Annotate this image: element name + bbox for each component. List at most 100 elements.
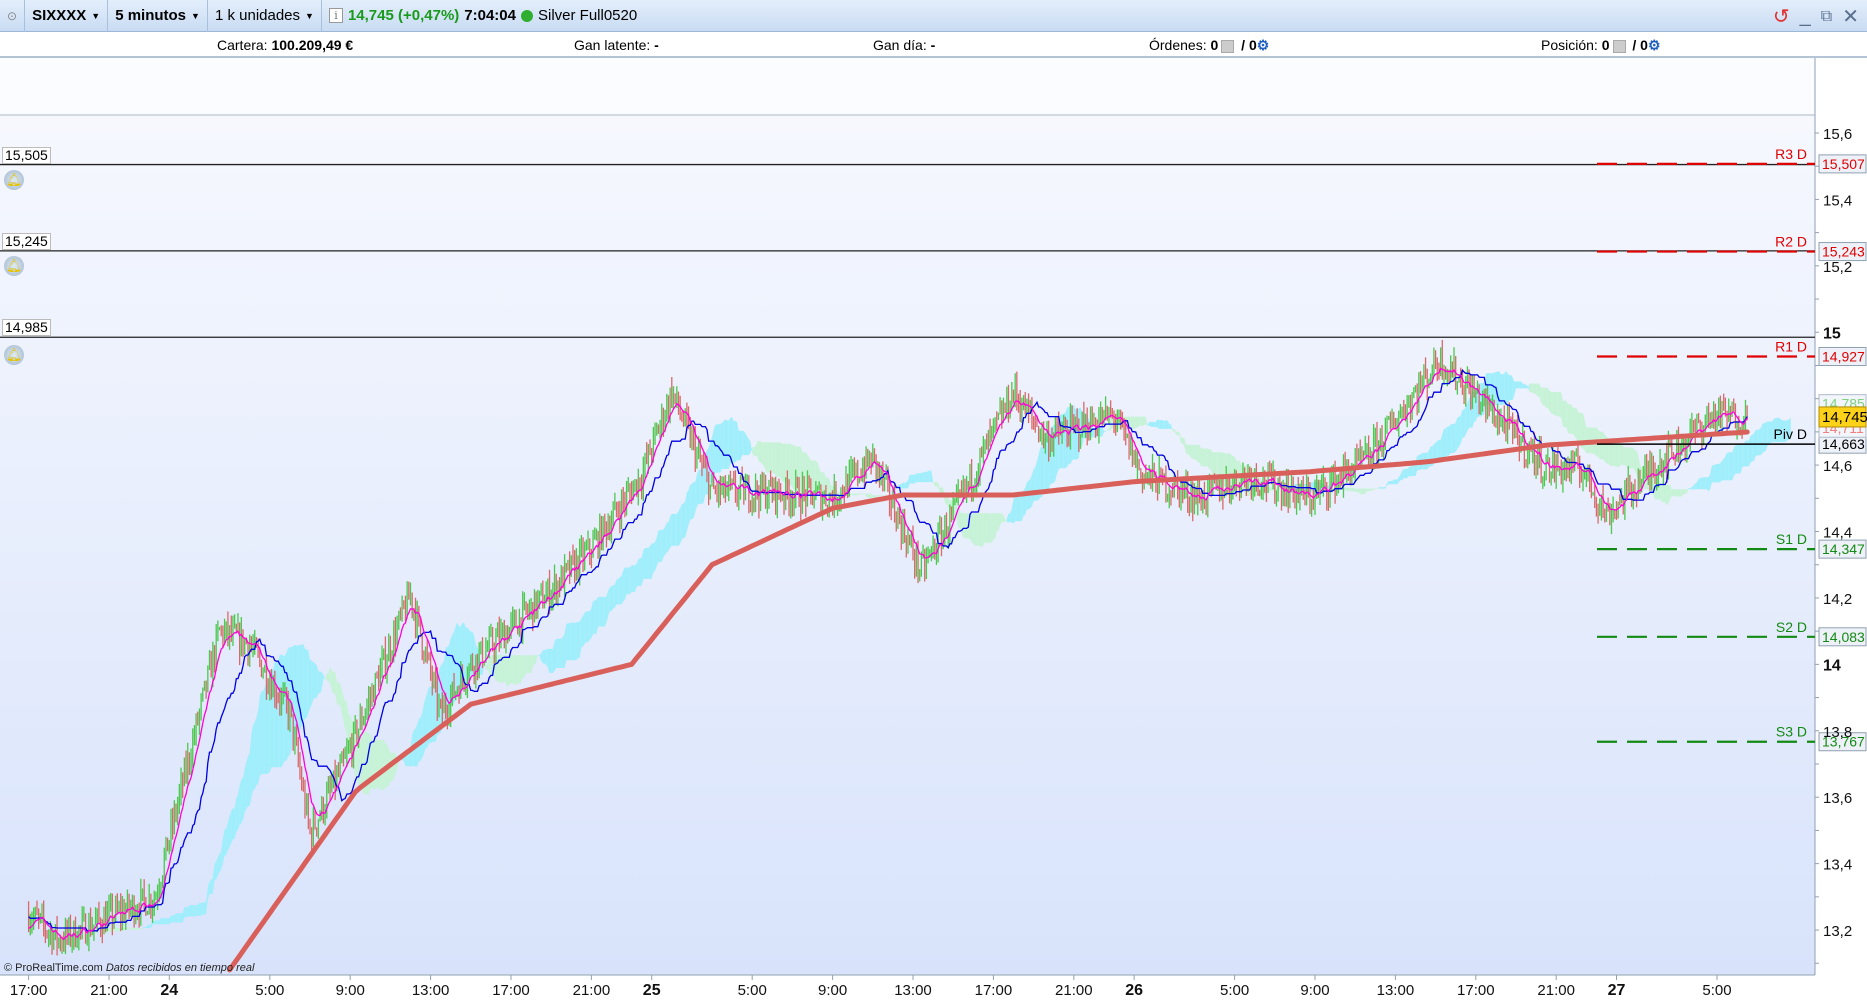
ichimoku-cloud-segment <box>219 850 222 872</box>
price-chart[interactable]: R3 D 15,507 R2 D 15,243 R1 D 14,927 Piv D 14,66… <box>0 0 1867 1000</box>
ichimoku-cloud-segment <box>1390 481 1393 485</box>
x-tick-label: 5:00 <box>255 982 284 999</box>
ichimoku-cloud-segment <box>333 671 336 694</box>
ichimoku-cloud-segment <box>1447 426 1449 456</box>
ichimoku-cloud-segment <box>1130 416 1133 430</box>
y-tick-label: 14 <box>1823 657 1841 674</box>
ichimoku-cloud-segment <box>304 648 307 719</box>
ichimoku-cloud-segment <box>1631 447 1634 469</box>
pivot-name: S2 D <box>1776 619 1807 635</box>
ichimoku-cloud-segment <box>732 416 734 464</box>
ichimoku-cloud-segment <box>373 740 376 791</box>
ichimoku-cloud-segment <box>914 473 917 484</box>
ichimoku-cloud-segment <box>1770 421 1773 443</box>
close-position-icon[interactable] <box>1612 39 1626 53</box>
ichimoku-cloud-segment <box>773 442 776 476</box>
timeframe-select[interactable]: 5 minutos ▼ <box>108 0 208 32</box>
ichimoku-cloud-segment <box>1666 484 1669 506</box>
ichimoku-cloud-segment <box>753 446 756 456</box>
ichimoku-cloud-segment <box>1449 424 1451 456</box>
x-tick-label: 9:00 <box>336 982 365 999</box>
ichimoku-cloud-segment <box>916 473 919 483</box>
ichimoku-cloud-segment <box>1165 420 1168 429</box>
x-tick-label: 25 <box>643 982 661 999</box>
ichimoku-cloud-segment <box>1140 416 1143 427</box>
alert-label[interactable]: 14,985 <box>2 319 51 336</box>
gear-icon[interactable]: ⚙ <box>1257 37 1270 53</box>
ichimoku-cloud-segment <box>1443 428 1446 460</box>
pivot-value: 14,663 <box>1822 436 1865 452</box>
ichimoku-cloud-segment <box>663 526 666 558</box>
ichimoku-cloud-segment <box>254 717 257 790</box>
ichimoku-cloud-segment <box>149 924 151 928</box>
instrument-select[interactable]: SIXXXX ▼ <box>25 0 109 32</box>
info-icon[interactable]: i <box>328 8 343 23</box>
ichimoku-cloud-segment <box>172 915 175 923</box>
ichimoku-cloud-segment <box>239 779 242 825</box>
ichimoku-cloud-segment <box>859 493 862 495</box>
ichimoku-cloud-segment <box>176 913 178 923</box>
ichimoku-cloud-segment <box>1732 448 1734 481</box>
ichimoku-cloud-segment <box>1675 489 1677 497</box>
pivot-value: 15,243 <box>1822 244 1865 260</box>
ichimoku-cloud-segment <box>115 927 118 932</box>
ichimoku-cloud-segment <box>377 740 379 788</box>
ichimoku-cloud-segment <box>1738 444 1741 474</box>
ichimoku-cloud-segment <box>633 565 635 592</box>
ichimoku-cloud-segment <box>624 567 627 600</box>
bell-icon[interactable]: 🔔︎ <box>4 345 24 365</box>
ichimoku-cloud-segment <box>812 460 815 494</box>
ichimoku-cloud-segment <box>675 513 677 546</box>
alert-label[interactable]: 15,505 <box>2 147 51 164</box>
ichimoku-cloud-segment <box>852 493 855 496</box>
ichimoku-cloud-segment <box>338 682 341 706</box>
ichimoku-cloud-segment <box>534 655 537 664</box>
gear-icon[interactable]: ⚙ <box>1648 37 1661 53</box>
ichimoku-cloud-segment <box>666 522 669 553</box>
ichimoku-cloud-segment <box>851 493 853 496</box>
ichimoku-cloud-segment <box>576 621 578 661</box>
ichimoku-cloud-segment <box>1755 429 1758 457</box>
minimize-icon[interactable]: _ <box>1800 5 1811 28</box>
ichimoku-cloud-segment <box>1346 487 1349 492</box>
ichimoku-cloud-segment <box>911 474 913 484</box>
refresh-icon[interactable]: ↺ <box>1773 4 1790 29</box>
cancel-orders-icon[interactable] <box>1221 39 1235 53</box>
ichimoku-cloud-segment <box>1698 477 1701 490</box>
gan-dia: Gan día: - <box>873 37 936 53</box>
bell-icon[interactable]: 🔔︎ <box>4 170 24 190</box>
restore-icon[interactable]: ⧉ <box>1821 8 1832 26</box>
pivot-value: 14,083 <box>1822 629 1865 645</box>
ichimoku-cloud-segment <box>696 469 699 507</box>
ichimoku-cloud-segment <box>668 516 671 551</box>
close-icon[interactable]: ✕ <box>1842 4 1859 29</box>
ichimoku-cloud-segment <box>929 470 932 483</box>
ichimoku-cloud-segment <box>1031 469 1034 507</box>
ichimoku-cloud-segment <box>976 513 979 546</box>
ichimoku-cloud-segment <box>204 901 207 915</box>
units-select[interactable]: 1 k unidades ▼ <box>208 0 322 32</box>
ichimoku-cloud-segment <box>613 585 615 609</box>
ichimoku-cloud-segment <box>745 433 748 456</box>
ichimoku-cloud-segment <box>512 655 515 685</box>
x-tick-label: 27 <box>1608 982 1626 999</box>
y-tick-label: 14,6 <box>1823 458 1852 475</box>
ichimoku-cloud-segment <box>598 596 600 627</box>
alert-label[interactable]: 15,245 <box>2 233 51 250</box>
ichimoku-cloud-segment <box>1408 466 1411 477</box>
ichimoku-cloud-segment <box>681 503 684 540</box>
ichimoku-cloud-segment <box>1532 383 1535 394</box>
ichimoku-cloud-segment <box>320 671 322 694</box>
ichimoku-cloud-segment <box>1564 400 1567 428</box>
ichimoku-cloud-segment <box>665 522 667 555</box>
link-toggle[interactable]: ⊙ <box>0 0 26 32</box>
ichimoku-cloud-segment <box>1450 424 1453 454</box>
ichimoku-cloud-segment <box>1680 489 1682 497</box>
bell-icon[interactable]: 🔔︎ <box>4 256 24 276</box>
ichimoku-cloud-segment <box>983 513 986 546</box>
ichimoku-cloud-segment <box>1454 422 1456 453</box>
ichimoku-cloud-segment <box>1008 513 1011 523</box>
ichimoku-cloud-segment <box>1355 488 1357 493</box>
x-tick-label: 17:00 <box>1457 982 1495 999</box>
ichimoku-cloud-segment <box>996 513 999 531</box>
